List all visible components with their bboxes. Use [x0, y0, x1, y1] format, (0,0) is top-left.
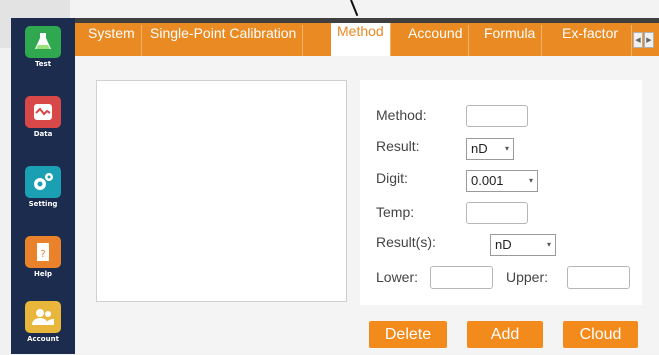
results-label: Result(s):: [376, 234, 436, 250]
sidebar-item-label: Data: [33, 130, 53, 138]
results-value: nD: [495, 237, 512, 252]
result-select[interactable]: nD ▾: [466, 138, 514, 160]
result-label: Result:: [376, 138, 420, 154]
sidebar-item-label: Test: [34, 60, 52, 68]
tab-ex-factor[interactable]: Ex-factor: [556, 25, 632, 56]
sidebar-item-data[interactable]: Data: [11, 90, 75, 150]
tab-system[interactable]: System: [82, 25, 142, 56]
sidebar-item-help[interactable]: ? Help: [11, 230, 75, 290]
gears-icon: [25, 166, 61, 198]
method-input[interactable]: [466, 105, 528, 127]
digit-label: Digit:: [376, 170, 408, 186]
cloud-button[interactable]: Cloud: [563, 321, 638, 348]
sidebar-item-setting[interactable]: Setting: [11, 160, 75, 220]
upper-label: Upper:: [506, 269, 549, 285]
method-list[interactable]: [96, 80, 347, 302]
method-label: Method:: [376, 107, 427, 123]
delete-button[interactable]: Delete: [369, 321, 447, 348]
digit-select[interactable]: 0.001 ▾: [466, 170, 538, 192]
results-select[interactable]: nD ▾: [490, 234, 556, 256]
tab-single-point-calibration[interactable]: Single-Point Calibration: [144, 25, 304, 56]
users-icon: [25, 301, 61, 333]
upper-input[interactable]: [567, 266, 630, 289]
tab-formula[interactable]: Formula: [478, 25, 543, 56]
svg-text:?: ?: [40, 249, 45, 260]
method-form: Method: Result: nD ▾ Digit: 0.001 ▾ Temp…: [360, 80, 642, 305]
sidebar: Test Data Setting ? Help Account: [11, 18, 75, 354]
tab-scroll-right-button[interactable]: ▶: [644, 32, 654, 48]
add-button[interactable]: Add: [467, 321, 543, 348]
help-door-icon: ?: [25, 236, 61, 268]
sidebar-item-test[interactable]: Test: [11, 20, 75, 80]
tab-scroll-left-button[interactable]: ◀: [633, 32, 643, 48]
flask-icon: [25, 26, 61, 58]
temp-input[interactable]: [466, 202, 528, 224]
top-bar: [0, 0, 659, 20]
chevron-down-icon: ▾: [504, 144, 509, 153]
sidebar-item-label: Setting: [28, 200, 58, 208]
temp-label: Temp:: [376, 204, 415, 220]
lower-input[interactable]: [430, 266, 493, 289]
sidebar-item-label: Help: [33, 270, 53, 278]
chart-icon: [25, 96, 61, 128]
sidebar-item-label: Account: [27, 335, 59, 343]
chevron-down-icon: ▾: [528, 176, 533, 185]
digit-value: 0.001: [471, 173, 504, 188]
tab-bar: System Single-Point Calibration Method A…: [75, 23, 659, 56]
lower-label: Lower:: [376, 269, 419, 285]
tab-method[interactable]: Method: [331, 23, 391, 56]
sidebar-item-account[interactable]: Account: [11, 295, 75, 355]
result-value: nD: [471, 141, 488, 156]
chevron-down-icon: ▾: [546, 240, 551, 249]
tab-accound[interactable]: Accound: [402, 25, 470, 56]
